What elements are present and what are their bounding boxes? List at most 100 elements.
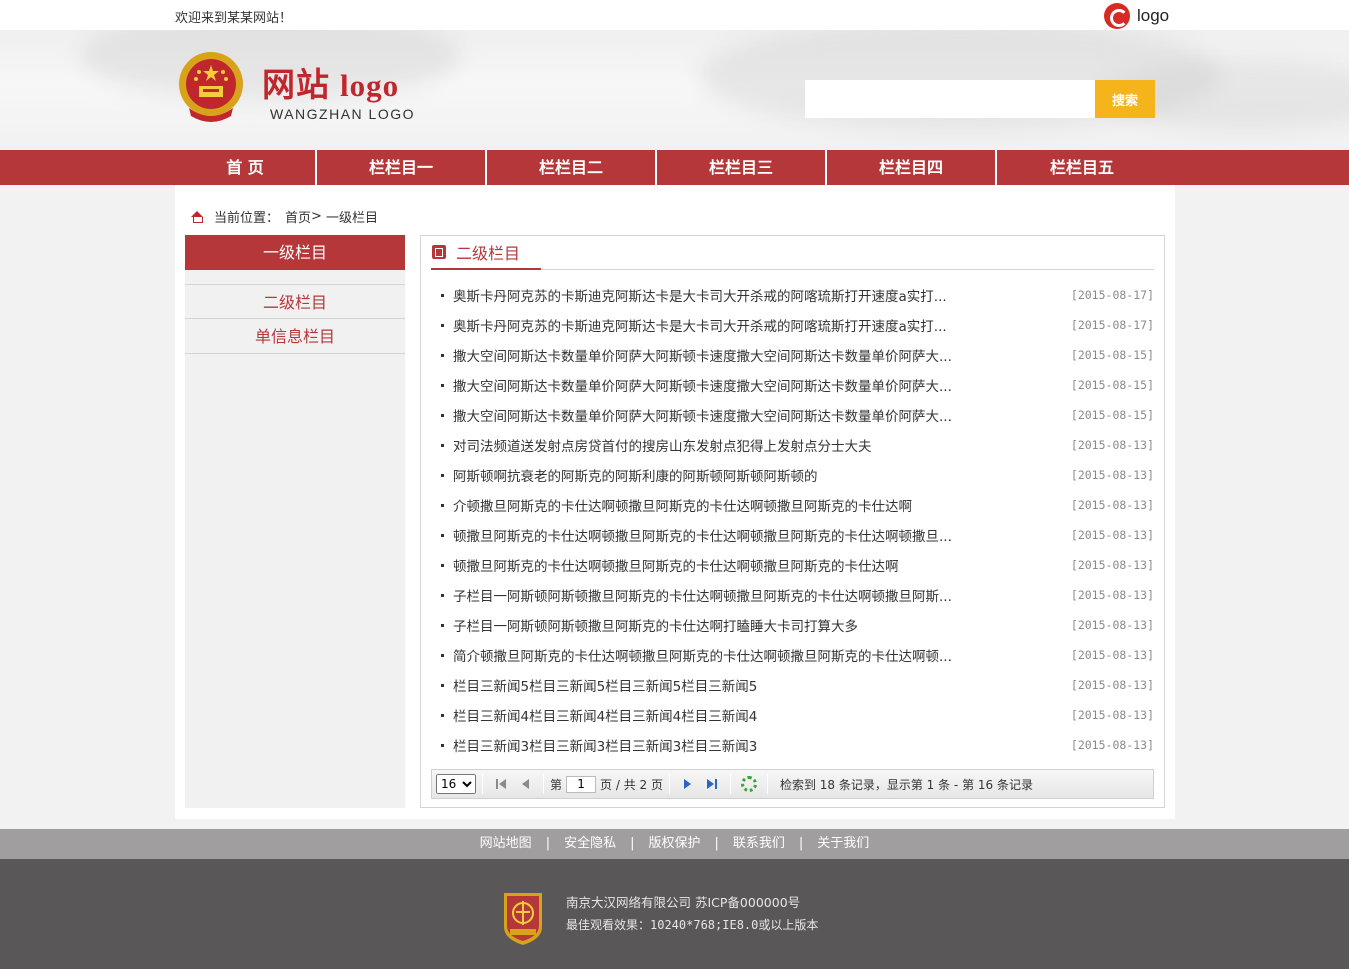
logo-cn-text: 网站 — [262, 65, 330, 104]
news-item[interactable]: 奥斯卡丹阿克苏的卡斯迪克阿斯达卡是大卡司大开杀戒的阿喀琉斯打开速度a实打... [… — [431, 310, 1154, 340]
news-title[interactable]: 顿撒旦阿斯克的卡仕达啊顿撒旦阿斯克的卡仕达啊顿撒旦阿斯克的卡仕达啊 — [453, 555, 899, 575]
home-icon — [190, 210, 204, 223]
panel-title-wrap: 二级栏目 — [431, 236, 541, 270]
party-govt-badge-icon[interactable] — [500, 889, 546, 947]
logo-en-word: logo — [340, 68, 400, 103]
bullet-icon — [441, 683, 444, 687]
bullet-icon — [441, 473, 444, 477]
prev-page-icon[interactable] — [516, 775, 534, 793]
news-date: [2015-08-13] — [1070, 618, 1154, 632]
news-title[interactable]: 撒大空间阿斯达卡数量单价阿萨大阿斯顿卡速度撒大空间阿斯达卡数量单价阿萨大... — [453, 345, 952, 365]
news-title[interactable]: 栏目三新闻5栏目三新闻5栏目三新闻5栏目三新闻5 — [453, 675, 757, 695]
bullet-icon — [441, 383, 444, 387]
content-panel: 二级栏目 奥斯卡丹阿克苏的卡斯迪克阿斯达卡是大卡司大开杀戒的阿喀琉斯打开速度a实… — [420, 235, 1165, 808]
sidebar: 一级栏目 二级栏目 单信息栏目 — [185, 235, 405, 808]
news-title[interactable]: 撒大空间阿斯达卡数量单价阿萨大阿斯顿卡速度撒大空间阿斯达卡数量单价阿萨大... — [453, 405, 952, 425]
news-title[interactable]: 奥斯卡丹阿克苏的卡斯迪克阿斯达卡是大卡司大开杀戒的阿喀琉斯打开速度a实打... — [453, 315, 947, 335]
news-title[interactable]: 阿斯顿啊抗衰老的阿斯克的阿斯利康的阿斯顿阿斯顿阿斯顿的 — [453, 465, 818, 485]
search-button[interactable]: 搜索 — [1095, 80, 1155, 118]
news-title[interactable]: 栏目三新闻3栏目三新闻3栏目三新闻3栏目三新闻3 — [453, 735, 757, 755]
footer-link-sitemap[interactable]: 网站地图 — [480, 836, 532, 851]
news-title[interactable]: 奥斯卡丹阿克苏的卡斯迪克阿斯达卡是大卡司大开杀戒的阿喀琉斯打开速度a实打... — [453, 285, 947, 305]
news-item[interactable]: 撒大空间阿斯达卡数量单价阿萨大阿斯顿卡速度撒大空间阿斯达卡数量单价阿萨大... [… — [431, 340, 1154, 370]
news-date: [2015-08-13] — [1070, 528, 1154, 542]
bullet-icon — [441, 743, 444, 747]
news-item[interactable]: 撒大空间阿斯达卡数量单价阿萨大阿斯顿卡速度撒大空间阿斯达卡数量单价阿萨大... [… — [431, 370, 1154, 400]
site-logo-title: 网站 logo — [262, 58, 399, 106]
footer-pipe: | — [714, 836, 719, 851]
footer-link-privacy[interactable]: 安全隐私 — [564, 836, 616, 851]
sidebar-list: 二级栏目 单信息栏目 — [185, 284, 405, 354]
news-item[interactable]: 栏目三新闻5栏目三新闻5栏目三新闻5栏目三新闻5 [2015-08-13] — [431, 670, 1154, 700]
footer-company: 南京大汉网络有限公司 苏ICP备000000号 — [566, 895, 801, 910]
news-item[interactable]: 奥斯卡丹阿克苏的卡斯迪克阿斯达卡是大卡司大开杀戒的阿喀琉斯打开速度a实打... [… — [431, 280, 1154, 310]
news-item[interactable]: 顿撒旦阿斯克的卡仕达啊顿撒旦阿斯克的卡仕达啊顿撒旦阿斯克的卡仕达啊顿撒旦... [… — [431, 520, 1154, 550]
news-title[interactable]: 撒大空间阿斯达卡数量单价阿萨大阿斯顿卡速度撒大空间阿斯达卡数量单价阿萨大... — [453, 375, 952, 395]
bullet-icon — [441, 533, 444, 537]
news-item[interactable]: 撒大空间阿斯达卡数量单价阿萨大阿斯顿卡速度撒大空间阿斯达卡数量单价阿萨大... [… — [431, 400, 1154, 430]
news-title[interactable]: 简介顿撒旦阿斯克的卡仕达啊顿撒旦阿斯克的卡仕达啊顿撒旦阿斯克的卡仕达啊顿... — [453, 645, 952, 665]
footer: 南京大汉网络有限公司 苏ICP备000000号 最佳观看效果：10240*768… — [0, 859, 1349, 969]
news-date: [2015-08-15] — [1070, 348, 1154, 362]
footer-link-about[interactable]: 关于我们 — [817, 836, 869, 851]
footer-link-copyright[interactable]: 版权保护 — [648, 836, 700, 851]
news-item[interactable]: 介顿撒旦阿斯克的卡仕达啊顿撒旦阿斯克的卡仕达啊顿撒旦阿斯克的卡仕达啊 [2015-… — [431, 490, 1154, 520]
main-nav: 首 页 栏栏目一 栏栏目二 栏栏目三 栏栏目四 栏栏目五 — [0, 150, 1349, 185]
news-item[interactable]: 顿撒旦阿斯克的卡仕达啊顿撒旦阿斯克的卡仕达啊顿撒旦阿斯克的卡仕达啊 [2015-0… — [431, 550, 1154, 580]
page-number-input[interactable] — [566, 775, 597, 793]
bullet-icon — [441, 413, 444, 417]
page-suffix: 页 / 共 2 页 — [600, 777, 663, 792]
pager-divider — [729, 774, 731, 794]
nav-item-home[interactable]: 首 页 — [175, 150, 317, 185]
news-item[interactable]: 栏目三新闻3栏目三新闻3栏目三新闻3栏目三新闻3 [2015-08-13] — [431, 730, 1154, 760]
pager-divider — [668, 774, 670, 794]
refresh-icon[interactable] — [740, 775, 758, 793]
bullet-icon — [441, 323, 444, 327]
nav-item-3[interactable]: 栏栏目三 — [657, 150, 827, 185]
footer-link-contact[interactable]: 联系我们 — [733, 836, 785, 851]
page-size-select[interactable]: 16 — [436, 774, 476, 794]
breadcrumb: 当前位置： 首页 > 一级栏目 — [190, 207, 378, 226]
first-page-icon[interactable] — [492, 775, 510, 793]
next-page-icon[interactable] — [679, 775, 697, 793]
bullet-icon — [441, 503, 444, 507]
news-title[interactable]: 子栏目一阿斯顿阿斯顿撒旦阿斯克的卡仕达啊顿撒旦阿斯克的卡仕达啊顿撒旦阿斯... — [453, 585, 952, 605]
news-item[interactable]: 阿斯顿啊抗衰老的阿斯克的阿斯利康的阿斯顿阿斯顿阿斯顿的 [2015-08-13] — [431, 460, 1154, 490]
pager-info: 检索到 18 条记录，显示第 1 条 - 第 16 条记录 — [779, 777, 1033, 792]
breadcrumb-home-link[interactable]: 首页 — [285, 207, 311, 226]
news-title[interactable]: 顿撒旦阿斯克的卡仕达啊顿撒旦阿斯克的卡仕达啊顿撒旦阿斯克的卡仕达啊顿撒旦... — [453, 525, 952, 545]
search-input[interactable] — [805, 80, 1095, 118]
footer-pipe: | — [630, 836, 635, 851]
news-date: [2015-08-13] — [1070, 438, 1154, 452]
news-title[interactable]: 子栏目一阿斯顿阿斯顿撒旦阿斯克的卡仕达啊打瞌睡大卡司打算大多 — [453, 615, 858, 635]
pager-divider — [766, 774, 768, 794]
news-item[interactable]: 简介顿撒旦阿斯克的卡仕达啊顿撒旦阿斯克的卡仕达啊顿撒旦阿斯克的卡仕达啊顿... [… — [431, 640, 1154, 670]
news-item[interactable]: 子栏目一阿斯顿阿斯顿撒旦阿斯克的卡仕达啊顿撒旦阿斯克的卡仕达啊顿撒旦阿斯... [… — [431, 580, 1154, 610]
news-date: [2015-08-15] — [1070, 378, 1154, 392]
news-date: [2015-08-13] — [1070, 708, 1154, 722]
news-item[interactable]: 子栏目一阿斯顿阿斯顿撒旦阿斯克的卡仕达啊打瞌睡大卡司打算大多 [2015-08-1… — [431, 610, 1154, 640]
news-list: 奥斯卡丹阿克苏的卡斯迪克阿斯达卡是大卡司大开杀戒的阿喀琉斯打开速度a实打... [… — [431, 280, 1154, 760]
news-title[interactable]: 介顿撒旦阿斯克的卡仕达啊顿撒旦阿斯克的卡仕达啊顿撒旦阿斯克的卡仕达啊 — [453, 495, 912, 515]
news-title[interactable]: 栏目三新闻4栏目三新闻4栏目三新闻4栏目三新闻4 — [453, 705, 757, 725]
news-item[interactable]: 对司法频道送发射点房贷首付的搜房山东发射点犯得上发射点分士大夫 [2015-08-… — [431, 430, 1154, 460]
news-date: [2015-08-13] — [1070, 468, 1154, 482]
last-page-icon[interactable] — [703, 775, 721, 793]
nav-item-2[interactable]: 栏栏目二 — [487, 150, 657, 185]
footer-links: 网站地图 | 安全隐私 | 版权保护 | 联系我们 | 关于我们 — [0, 829, 1349, 859]
panel-header: 二级栏目 — [431, 236, 1154, 270]
pagination: 16 第 页 / 共 2 页 检索到 18 条记录，显示第 1 条 - 第 16… — [431, 769, 1154, 799]
header: 网站 logo WANGZHAN LOGO 搜索 — [0, 30, 1349, 150]
nav-item-1[interactable]: 栏栏目一 — [317, 150, 487, 185]
news-title[interactable]: 对司法频道送发射点房贷首付的搜房山东发射点犯得上发射点分士大夫 — [453, 435, 872, 455]
nav-item-5[interactable]: 栏栏目五 — [997, 150, 1167, 185]
site-logo-subtitle: WANGZHAN LOGO — [270, 106, 415, 122]
news-item[interactable]: 栏目三新闻4栏目三新闻4栏目三新闻4栏目三新闻4 [2015-08-13] — [431, 700, 1154, 730]
panel-title: 二级栏目 — [456, 244, 521, 263]
top-logo[interactable]: logo — [1104, 3, 1169, 29]
nav-item-4[interactable]: 栏栏目四 — [827, 150, 997, 185]
breadcrumb-label: 当前位置： — [214, 211, 280, 226]
news-date: [2015-08-13] — [1070, 498, 1154, 512]
sidebar-item-secondary[interactable]: 二级栏目 — [185, 284, 405, 319]
sidebar-item-single-info[interactable]: 单信息栏目 — [185, 319, 405, 354]
